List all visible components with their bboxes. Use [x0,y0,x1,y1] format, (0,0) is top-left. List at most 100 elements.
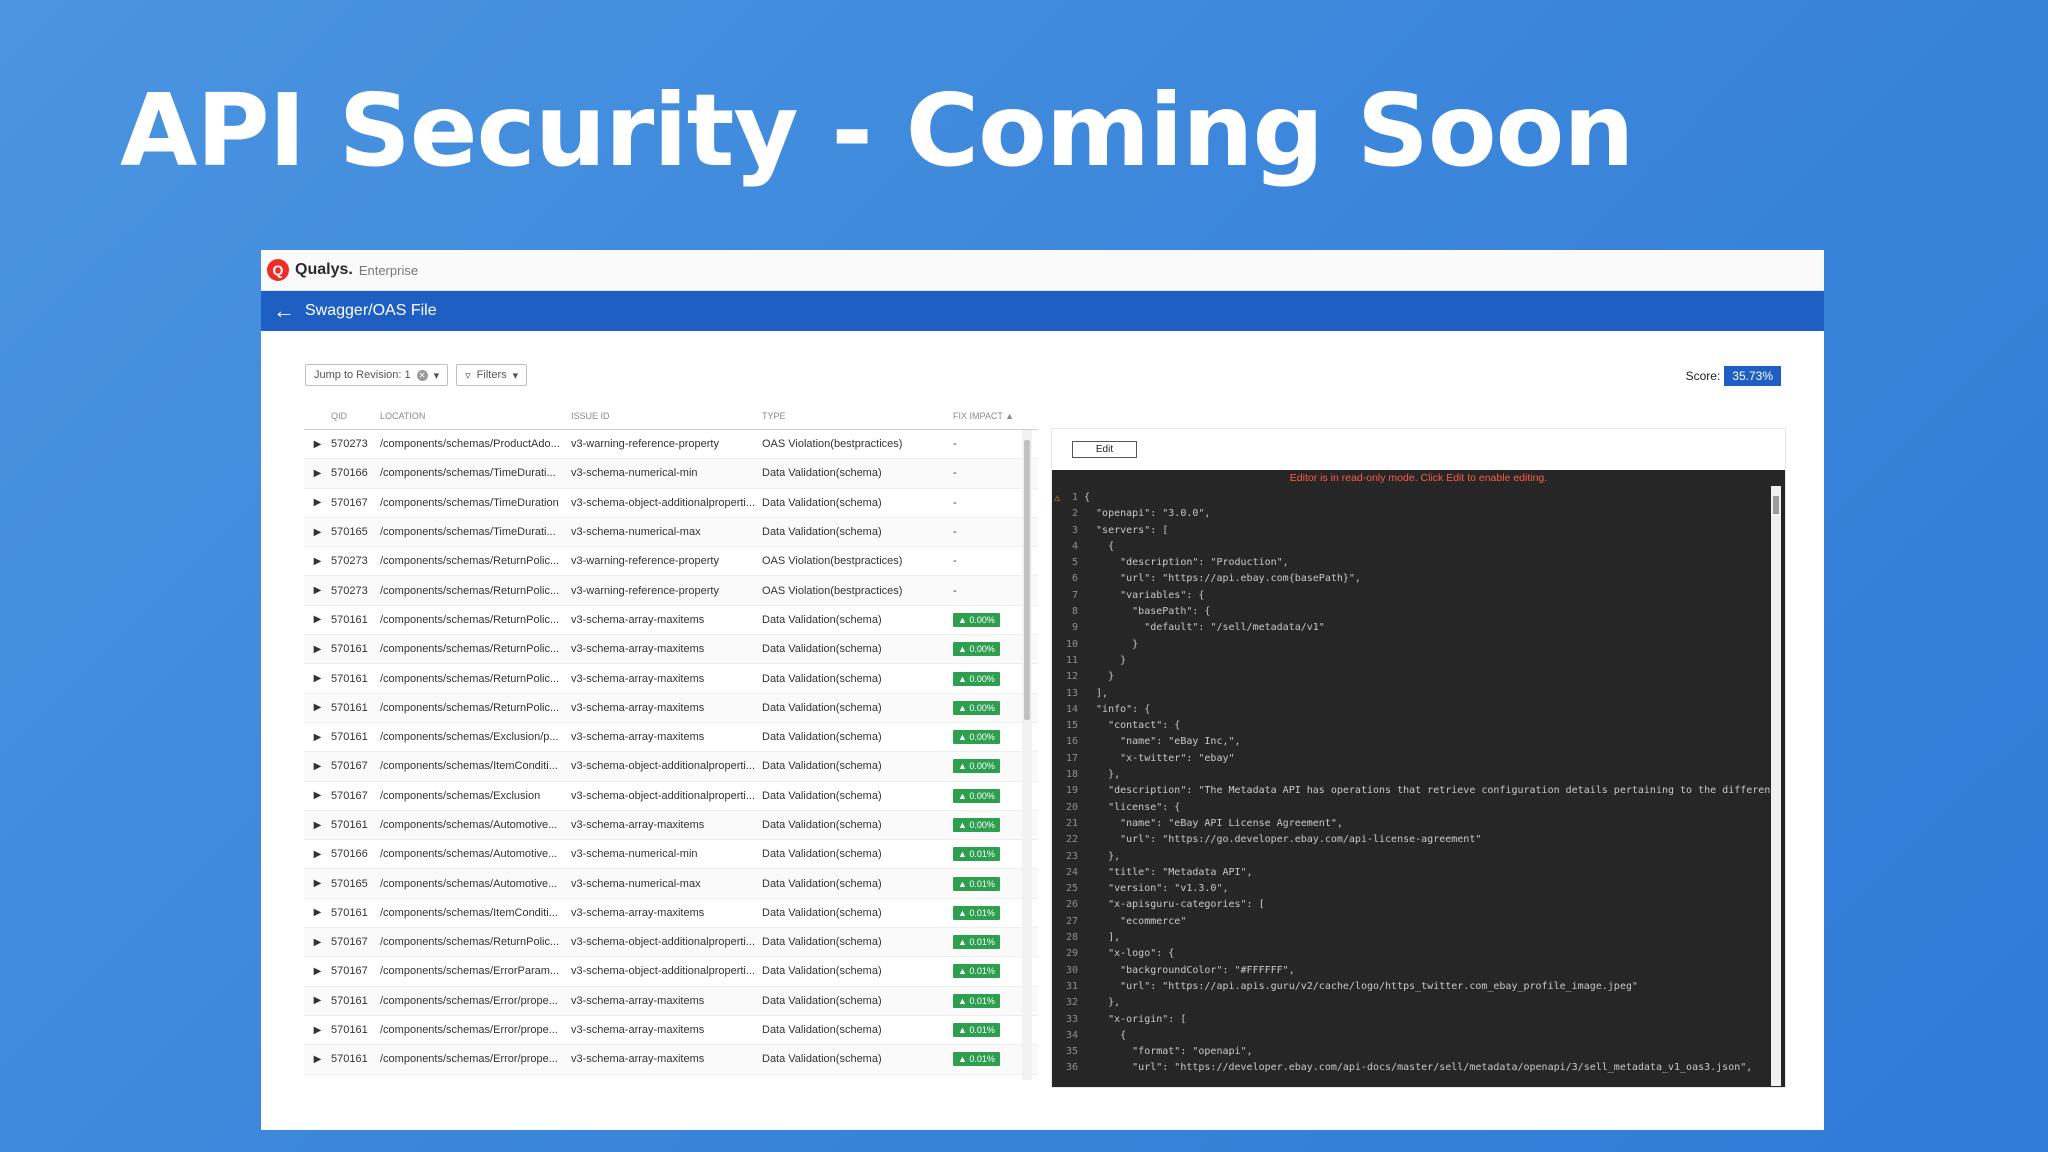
cell-qid: 570273 [331,555,368,568]
expand-row-icon[interactable]: ▶ [304,878,331,889]
code-line: 15 "contact": { [1052,718,1785,734]
editor-scrollbar-thumb[interactable] [1773,496,1779,514]
table-row[interactable]: ▶ 570161/components/schemas/Error/prope..… [304,1016,1038,1046]
table-row[interactable]: ▶ 570167/components/schemas/Exclusion v3-s… [304,782,1038,811]
line-number: 18 [1065,769,1078,781]
cell-type: Data Validation(schema) [762,848,882,861]
cell-issue-id: v3-schema-numerical-min [571,848,698,861]
expand-row-icon[interactable]: ▶ [304,790,331,801]
table-row[interactable]: ▶ 570273/components/schemas/ProductAdo...… [304,430,1038,460]
cell-issue-id: v3-schema-array-maxitems [571,672,705,685]
cell-type: Data Validation(schema) [762,994,882,1007]
cell-type: Data Validation(schema) [762,906,882,919]
expand-row-icon[interactable]: ▶ [304,673,331,684]
cell-fix-impact: ▲ 0.00% [953,759,1023,774]
fix-impact-value: ▲ 0.01% [953,1052,1000,1067]
line-number: 32 [1065,997,1078,1009]
fix-impact-value: ▲ 0.01% [953,1023,1000,1038]
expand-row-icon[interactable]: ▶ [304,585,331,596]
expand-row-icon[interactable]: ▶ [304,468,331,479]
arrow-left-icon[interactable]: ← [273,300,295,322]
table-row[interactable]: ▶ 570161/components/schemas/ReturnPolic..… [304,693,1038,723]
table-row[interactable]: ▶ 570273/components/schemas/ReturnPolic..… [304,576,1038,606]
cell-fix-impact: - [953,438,1023,450]
table-row[interactable]: ▶ 570161/components/schemas/Automotive...… [304,810,1038,841]
cell-qid: 570161 [331,1053,368,1066]
expand-row-icon[interactable]: ▶ [304,966,331,977]
fix-impact-value: ▲ 0.00% [953,612,1000,627]
line-number: 36 [1065,1062,1078,1074]
expand-row-icon[interactable]: ▶ [304,995,331,1006]
table-row[interactable]: ▶ 570166/components/schemas/TimeDurati...… [304,459,1038,489]
expand-row-icon[interactable]: ▶ [304,644,331,655]
table-row[interactable]: ▶ 570167/components/schemas/ReturnPolic..… [304,928,1038,958]
expand-row-icon[interactable]: ▶ [304,556,331,567]
line-number: 15 [1065,720,1078,732]
cell-qid: 570161 [331,731,368,744]
cell-qid: 570161 [331,1024,368,1037]
filters-button[interactable]: ▿ Filters ▾ [456,364,528,386]
table-row[interactable]: ▶ 570161/components/schemas/Exclusion/p..… [304,723,1038,753]
code-line: 18 }, [1052,767,1785,783]
cell-qid: 570161 [331,994,368,1007]
edit-button[interactable]: Edit [1072,441,1137,458]
column-type[interactable]: TYPE [762,411,953,421]
table-row[interactable]: ▶ 570161/components/schemas/ReturnPolic..… [304,635,1038,665]
code-area[interactable]: ⚠ 1{2 "openapi": "3.0.0", 3 "servers": [4… [1052,486,1785,1077]
code-text: "x-twitter": "ebay" [1084,752,1235,764]
table-row[interactable]: ▶ 570161/components/schemas/Error/prope..… [304,986,1038,1016]
table-row[interactable]: ▶ 570161/components/schemas/Error/prope..… [304,1045,1038,1075]
expand-row-icon[interactable]: ▶ [304,1025,331,1036]
expand-row-icon[interactable]: ▶ [304,702,331,713]
cell-qid: 570273 [331,438,368,451]
column-fix-impact[interactable]: FIX IMPACT ▲ [953,411,1023,421]
cell-fix-impact: - [953,526,1023,538]
table-row[interactable]: ▶ 570161/components/schemas/ReturnPolic..… [304,664,1038,694]
table-row[interactable]: ▶ 570167/components/schemas/ItemConditi..… [304,752,1038,782]
cell-qid: 570161 [331,643,368,656]
cell-issue-id: v3-schema-array-maxitems [571,701,705,714]
table-row[interactable]: ▶ 570165/components/schemas/Automotive...… [304,869,1038,899]
expand-row-icon[interactable]: ▶ [304,614,331,625]
column-location[interactable]: LOCATION [380,411,571,421]
expand-row-icon[interactable]: ▶ [304,907,331,918]
clear-icon[interactable]: ✕ [416,369,428,381]
cell-fix-impact: ▲ 0.00% [953,642,1023,657]
cell-qid: 570161 [331,906,368,919]
expand-row-icon[interactable]: ▶ [304,527,331,538]
table-row[interactable]: ▶ 570273/components/schemas/ReturnPolic..… [304,547,1038,577]
cell-issue-id: v3-schema-object-additionalproperti... [571,965,756,978]
cell-issue-id: v3-warning-reference-property [571,584,719,597]
table-scrollbar-thumb[interactable] [1024,440,1030,720]
expand-row-icon[interactable]: ▶ [304,497,331,508]
expand-row-icon[interactable]: ▶ [304,849,331,860]
table-row[interactable]: ▶ 570166/components/schemas/Automotive...… [304,840,1038,870]
expand-row-icon[interactable]: ▶ [304,439,331,450]
code-editor[interactable]: Editor is in read-only mode. Click Edit … [1052,470,1785,1087]
table-scrollbar[interactable] [1022,430,1032,1080]
code-text: "servers": [ [1084,524,1169,536]
editor-scrollbar[interactable] [1771,486,1781,1086]
table-row[interactable]: ▶ 570161/components/schemas/ReturnPolic..… [304,606,1038,636]
cell-location: /components/schemas/Exclusion/p... [380,731,559,744]
expand-row-icon[interactable]: ▶ [304,761,331,772]
code-text: } [1084,638,1139,650]
table-row[interactable]: ▶ 570167/components/schemas/TimeDuration v… [304,489,1038,518]
table-row[interactable]: ▶ 570161/components/schemas/ItemConditi..… [304,899,1038,929]
expand-row-icon[interactable]: ▶ [304,1054,331,1065]
column-issue-id[interactable]: ISSUE ID [571,411,762,421]
table-row[interactable]: ▶ 570165/components/schemas/TimeDurati...… [304,517,1038,548]
expand-row-icon[interactable]: ▶ [304,732,331,743]
code-text: "title": "Metadata API", [1084,866,1253,878]
cell-type: Data Validation(schema) [762,1024,882,1037]
jump-to-revision-select[interactable]: Jump to Revision: 1 ✕ ▾ [305,364,449,386]
expand-row-icon[interactable]: ▶ [304,937,331,948]
code-text: "openapi": "3.0.0", [1084,508,1211,520]
cell-fix-impact: ▲ 0.00% [953,818,1023,832]
code-text: { [1084,540,1115,552]
page-title: Swagger/OAS File [305,302,437,319]
table-row[interactable]: ▶ 570167/components/schemas/ErrorParam...… [304,957,1038,987]
line-number: 5 [1071,557,1078,569]
column-qid[interactable]: QID [331,411,380,421]
expand-row-icon[interactable]: ▶ [304,820,331,831]
